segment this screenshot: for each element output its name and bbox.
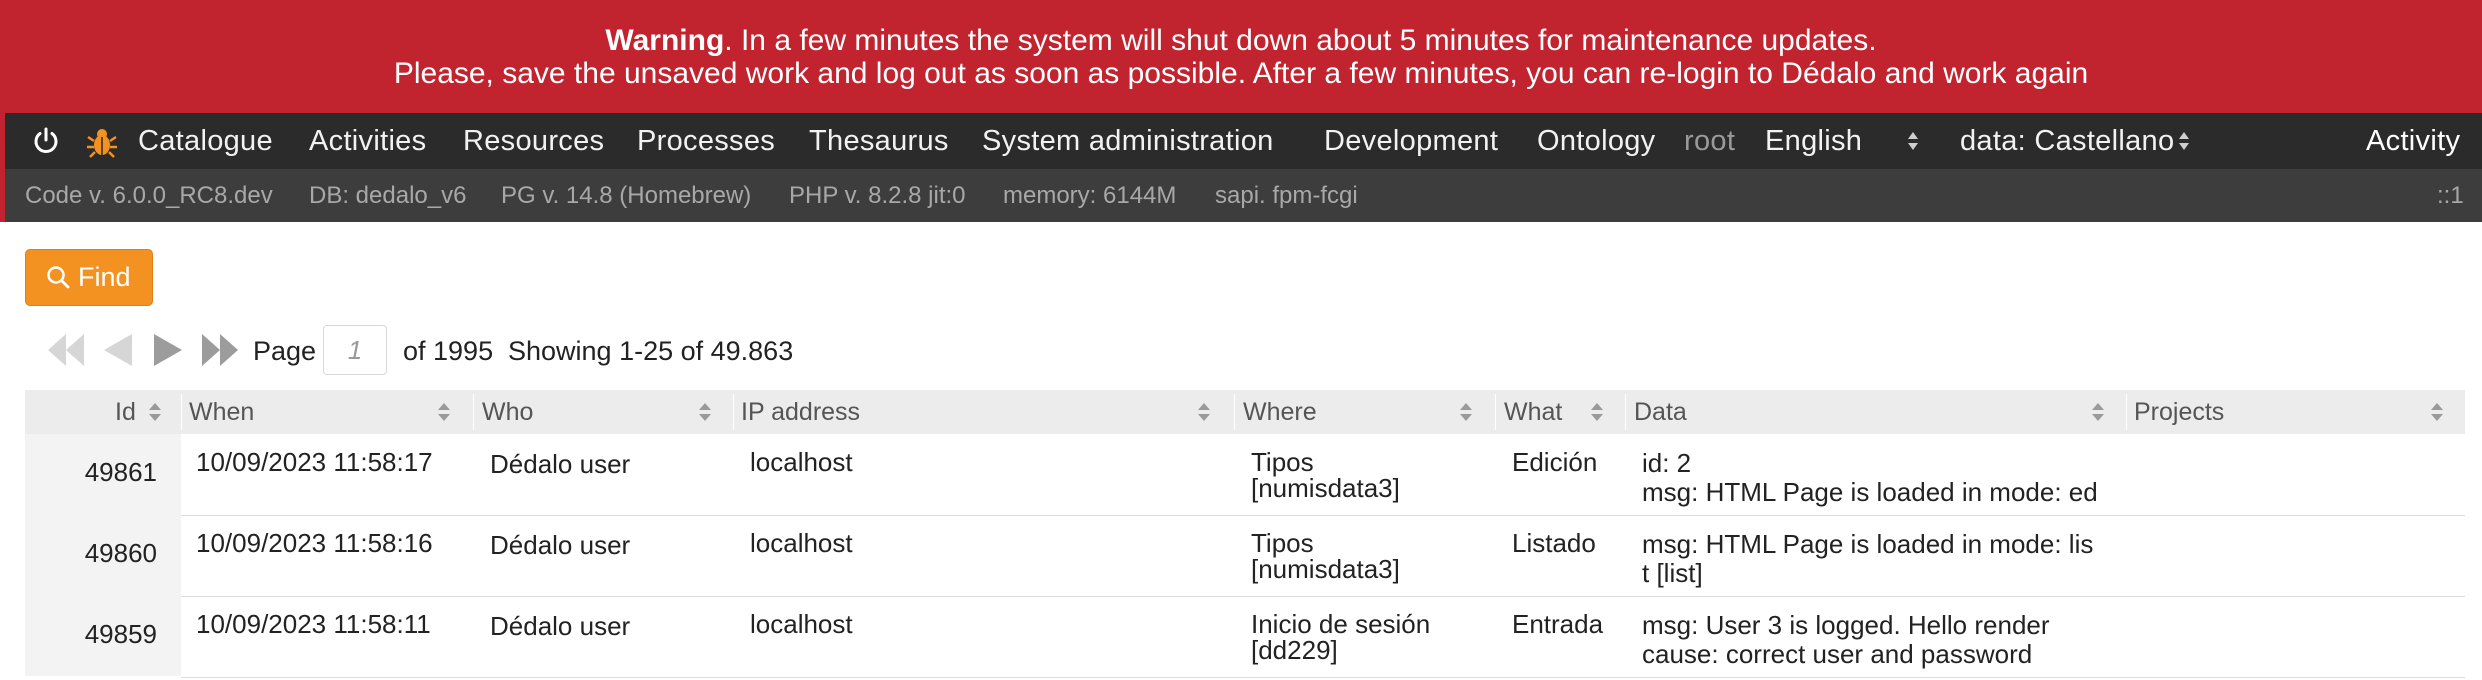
next-page-icon[interactable] — [146, 330, 190, 370]
row-ip: localhost — [750, 609, 853, 639]
sort-icon[interactable] — [1459, 401, 1473, 423]
row-when: 10/09/2023 11:58:11 — [196, 609, 431, 639]
row-divider — [181, 677, 2465, 678]
code-version: Code v. 6.0.0_RC8.dev — [25, 182, 273, 209]
language-select-arrows-icon — [1908, 132, 1918, 150]
menu-item-thesaurus[interactable]: Thesaurus — [809, 113, 949, 169]
column-header-id[interactable]: Id — [115, 390, 136, 434]
main-menu-bar: Catalogue Activities Resources Processes… — [0, 113, 2482, 169]
column-divider — [181, 394, 182, 430]
sort-icon[interactable] — [148, 401, 162, 423]
menu-item-resources[interactable]: Resources — [463, 113, 604, 169]
column-divider — [1234, 394, 1235, 430]
table-row[interactable]: 49859 10/09/2023 11:58:11 Dédalo user lo… — [25, 596, 2465, 677]
table-row[interactable]: 49861 10/09/2023 11:58:17 Dédalo user lo… — [25, 434, 2465, 515]
user-name[interactable]: root — [1684, 113, 1735, 169]
row-who: Dédalo user — [490, 530, 631, 560]
column-divider — [733, 394, 734, 430]
row-id: 49859 — [84, 619, 157, 649]
column-header-data[interactable]: Data — [1634, 390, 1687, 434]
debug-info-bar: Code v. 6.0.0_RC8.dev DB: dedalo_v6 PG v… — [0, 169, 2482, 222]
data-language-select-arrows-icon — [2179, 132, 2189, 150]
client-ip: ::1 — [2437, 182, 2464, 209]
row-where-code: [numisdata3] — [1251, 554, 1400, 584]
sort-icon[interactable] — [1197, 401, 1211, 423]
search-icon — [47, 266, 70, 289]
row-ip: localhost — [750, 528, 853, 558]
column-divider — [2126, 394, 2127, 430]
column-header-what[interactable]: What — [1504, 390, 1562, 434]
warning-line-2: Please, save the unsaved work and log ou… — [393, 57, 2089, 90]
row-who: Dédalo user — [490, 449, 631, 479]
row-ip: localhost — [750, 447, 853, 477]
column-header-where[interactable]: Where — [1243, 390, 1317, 434]
column-header-ip-address[interactable]: IP address — [741, 390, 860, 434]
data-language-select[interactable]: data: Castellano — [1960, 113, 2174, 169]
debug-bug-icon[interactable] — [85, 125, 119, 159]
row-data-line-2: cause: correct user and password — [1642, 639, 2033, 669]
last-page-icon[interactable] — [198, 330, 242, 370]
memory-info: memory: 6144M — [1003, 182, 1177, 209]
column-header-projects[interactable]: Projects — [2134, 390, 2224, 434]
table-header: Id When Who IP address Where What Data P… — [25, 390, 2465, 434]
sapi-info: sapi. fpm-fcgi — [1215, 182, 1358, 209]
application-language-select[interactable]: English — [1765, 113, 1862, 169]
column-header-who[interactable]: Who — [482, 390, 533, 434]
warning-line-1: Warning. In a few minutes the system wil… — [0, 24, 2482, 58]
row-id: 49860 — [84, 538, 157, 568]
row-data-line-2: msg: HTML Page is loaded in mode: ed — [1642, 477, 2098, 507]
row-what: Edición — [1512, 447, 1598, 477]
column-header-when[interactable]: When — [189, 390, 254, 434]
menu-item-catalogue[interactable]: Catalogue — [138, 113, 273, 169]
power-icon[interactable] — [31, 126, 61, 156]
row-where-code: [dd229] — [1251, 635, 1338, 665]
row-id: 49861 — [84, 457, 157, 487]
find-button[interactable]: Find — [25, 249, 153, 306]
page-number-input[interactable]: 1 — [323, 325, 387, 375]
warning-bold-label: Warning — [605, 24, 725, 57]
first-page-icon[interactable] — [44, 330, 88, 370]
section-label: Activity — [2366, 125, 2461, 157]
row-data-line-1: id: 2 — [1642, 448, 1692, 478]
pg-version: PG v. 14.8 (Homebrew) — [501, 182, 752, 209]
php-version: PHP v. 8.2.8 jit:0 — [789, 182, 966, 209]
row-data-line-1: msg: HTML Page is loaded in mode: lis — [1642, 529, 2094, 559]
row-data-line-2: t [list] — [1642, 558, 1703, 588]
menu-item-activities[interactable]: Activities — [309, 113, 426, 169]
column-divider — [1495, 394, 1496, 430]
menu-item-system-administration[interactable]: System administration — [982, 113, 1274, 169]
menu-item-processes[interactable]: Processes — [637, 113, 775, 169]
row-what: Entrada — [1512, 609, 1604, 639]
sort-icon[interactable] — [698, 401, 712, 423]
sort-icon[interactable] — [2430, 401, 2444, 423]
menu-item-ontology[interactable]: Ontology — [1537, 113, 1655, 169]
column-divider — [473, 394, 474, 430]
warning-line-1-text: . In a few minutes the system will shut … — [724, 24, 1877, 57]
total-pages: of 1995 — [403, 336, 494, 366]
find-button-label: Find — [78, 262, 131, 292]
maintenance-warning-banner: Warning. In a few minutes the system wil… — [0, 0, 2482, 113]
row-when: 10/09/2023 11:58:16 — [196, 528, 433, 558]
sort-icon[interactable] — [2091, 401, 2105, 423]
row-what: Listado — [1512, 528, 1596, 558]
column-divider — [1625, 394, 1626, 430]
db-name: DB: dedalo_v6 — [309, 182, 467, 209]
row-data-line-1: msg: User 3 is logged. Hello render — [1642, 610, 2050, 640]
records-showing: Showing 1-25 of 49.863 — [508, 336, 794, 366]
table-row[interactable]: 49860 10/09/2023 11:58:16 Dédalo user lo… — [25, 515, 2465, 596]
row-when: 10/09/2023 11:58:17 — [196, 447, 433, 477]
page-label: Page — [253, 336, 317, 366]
sort-icon[interactable] — [1590, 401, 1604, 423]
menu-item-development[interactable]: Development — [1324, 113, 1498, 169]
sort-icon[interactable] — [437, 401, 451, 423]
row-who: Dédalo user — [490, 611, 631, 641]
previous-page-icon[interactable] — [96, 330, 140, 370]
row-where-code: [numisdata3] — [1251, 473, 1400, 503]
